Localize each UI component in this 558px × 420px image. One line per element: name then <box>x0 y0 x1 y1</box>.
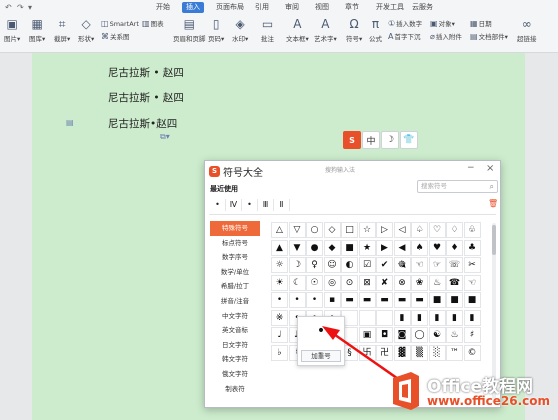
office-logo-icon <box>393 372 419 410</box>
watermark-url: www.office26.com <box>427 394 551 408</box>
annotation-arrow <box>322 326 405 385</box>
site-watermark: Office教程网 www.office26.com <box>387 368 558 420</box>
